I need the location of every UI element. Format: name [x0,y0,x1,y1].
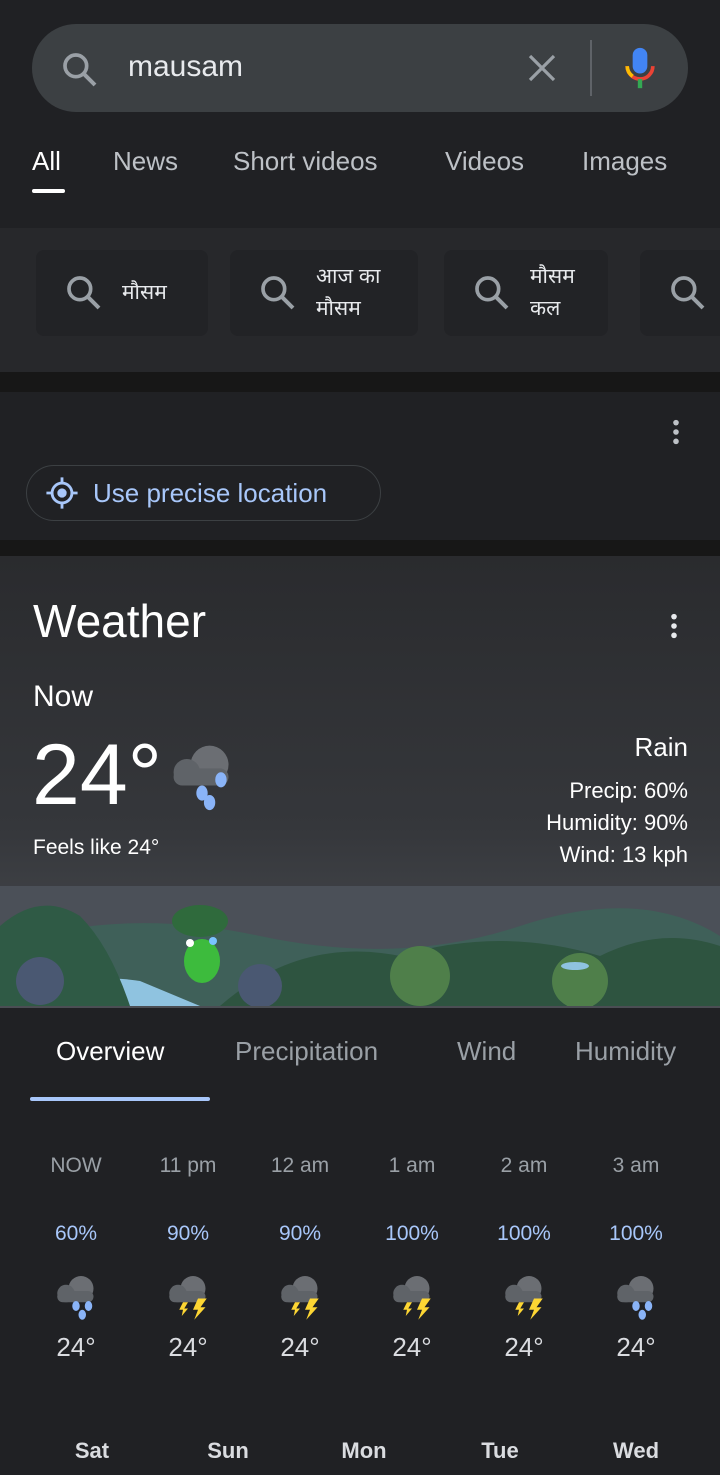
thunderstorm-icon [468,1272,580,1325]
suggestion-text: मौसम [122,281,167,304]
hour-time: 3 am [612,1154,660,1177]
precipitation: Precip: 60% [569,778,688,803]
hour-temp: 24° [56,1332,96,1362]
search-icon [475,276,509,310]
hour-temp: 24° [504,1332,544,1362]
thunderstorm-icon [244,1272,356,1325]
tab-images[interactable]: Images [582,146,667,177]
hour-temp: 24° [392,1332,432,1362]
rain-cloud-icon [173,745,229,811]
search-icon [261,276,295,310]
hour-time: 11 pm [159,1154,217,1177]
rain-cloud-icon [20,1272,132,1325]
hour-precip: 90% [278,1222,322,1245]
close-icon[interactable] [526,52,558,84]
hour-precip: 90% [166,1222,210,1245]
hour-precip: 100% [609,1222,663,1245]
hour-time: 2 am [500,1154,548,1177]
section-divider [0,540,720,556]
suggestion-text: मौसम कल [530,265,575,320]
search-icon [67,276,101,310]
location-target-icon [46,477,78,509]
tab-news[interactable]: News [113,146,178,177]
suggestion-chip[interactable] [640,250,720,336]
suggestion-chip[interactable]: मौसम [36,250,208,336]
suggestion-chip[interactable]: आज का मौसम [230,250,418,336]
hour-precip: 100% [385,1222,439,1245]
condition: Rain [634,732,688,762]
wind: Wind: 13 kph [559,842,688,867]
hour-temp: 24° [616,1332,656,1362]
search-bar[interactable]: mausam [32,24,688,112]
active-tab-indicator [32,189,65,193]
related-searches: मौसम आज का मौसम मौसम कल [0,228,720,372]
search-icon[interactable] [60,50,100,90]
search-icon [671,276,705,310]
location-card: Use precise location [0,392,720,540]
tab-all[interactable]: All [32,146,61,177]
tab-videos[interactable]: Videos [445,146,524,177]
section-divider [0,372,720,392]
search-input[interactable]: mausam [128,50,243,84]
suggestion-chip[interactable]: मौसम कल [444,250,608,336]
use-precise-location-button[interactable]: Use precise location [26,465,381,521]
hour-temp: 24° [168,1332,208,1362]
day-label[interactable]: Tue [444,1438,556,1464]
humidity: Humidity: 90% [546,810,688,835]
tab-short-videos[interactable]: Short videos [233,146,378,177]
current-temperature: 24° [32,727,163,823]
day-label[interactable]: Sun [172,1438,284,1464]
microphone-icon[interactable] [622,46,658,90]
more-options-icon[interactable] [664,612,684,640]
thunderstorm-icon [132,1272,244,1325]
hour-precip: 60% [54,1222,98,1245]
tab-overview[interactable]: Overview [56,1036,164,1067]
more-options-icon[interactable] [666,418,686,446]
location-button-label: Use precise location [93,477,328,508]
rain-illustration [0,886,720,1006]
tab-humidity[interactable]: Humidity [575,1036,676,1067]
divider [590,40,592,96]
hour-temp: 24° [280,1332,320,1362]
thunderstorm-icon [356,1272,468,1325]
day-label[interactable]: Wed [580,1438,692,1464]
suggestion-text: आज का मौसम [316,265,381,320]
feels-like: Feels like 24° [33,836,160,859]
hour-time: NOW [50,1154,102,1177]
now-label: Now [33,680,94,713]
day-label[interactable]: Mon [308,1438,420,1464]
active-tab-indicator [30,1097,210,1101]
tab-precipitation[interactable]: Precipitation [235,1036,378,1067]
hour-time: 12 am [270,1154,330,1177]
tab-wind[interactable]: Wind [457,1036,516,1067]
rain-cloud-icon [580,1272,692,1325]
hour-time: 1 am [388,1154,436,1177]
weather-title: Weather [33,595,207,647]
day-label[interactable]: Sat [36,1438,148,1464]
hour-precip: 100% [497,1222,551,1245]
